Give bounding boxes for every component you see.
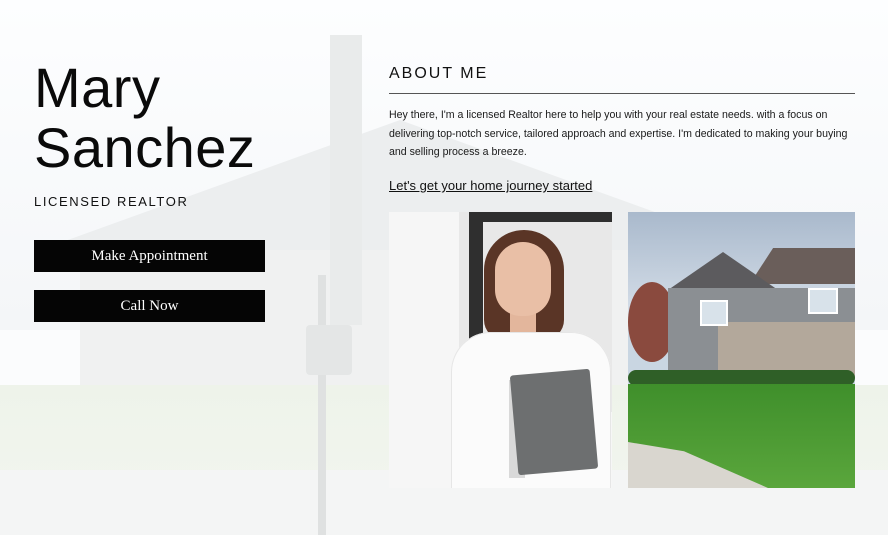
about-body: Hey there, I'm a licensed Realtor here t…: [389, 109, 848, 158]
call-now-button[interactable]: Call Now: [34, 290, 265, 322]
about-heading: ABOUT ME: [389, 65, 489, 82]
about-divider: [389, 93, 855, 94]
agent-first-name: Mary: [34, 56, 161, 119]
agent-title: LICENSED REALTOR: [34, 194, 189, 209]
agent-name: Mary Sanchez: [34, 58, 255, 178]
make-appointment-button[interactable]: Make Appointment: [34, 240, 265, 272]
house-photo: [628, 212, 855, 488]
agent-last-name: Sanchez: [34, 116, 256, 179]
agent-photo: [389, 212, 612, 488]
home-journey-link[interactable]: Let's get your home journey started: [389, 178, 592, 193]
